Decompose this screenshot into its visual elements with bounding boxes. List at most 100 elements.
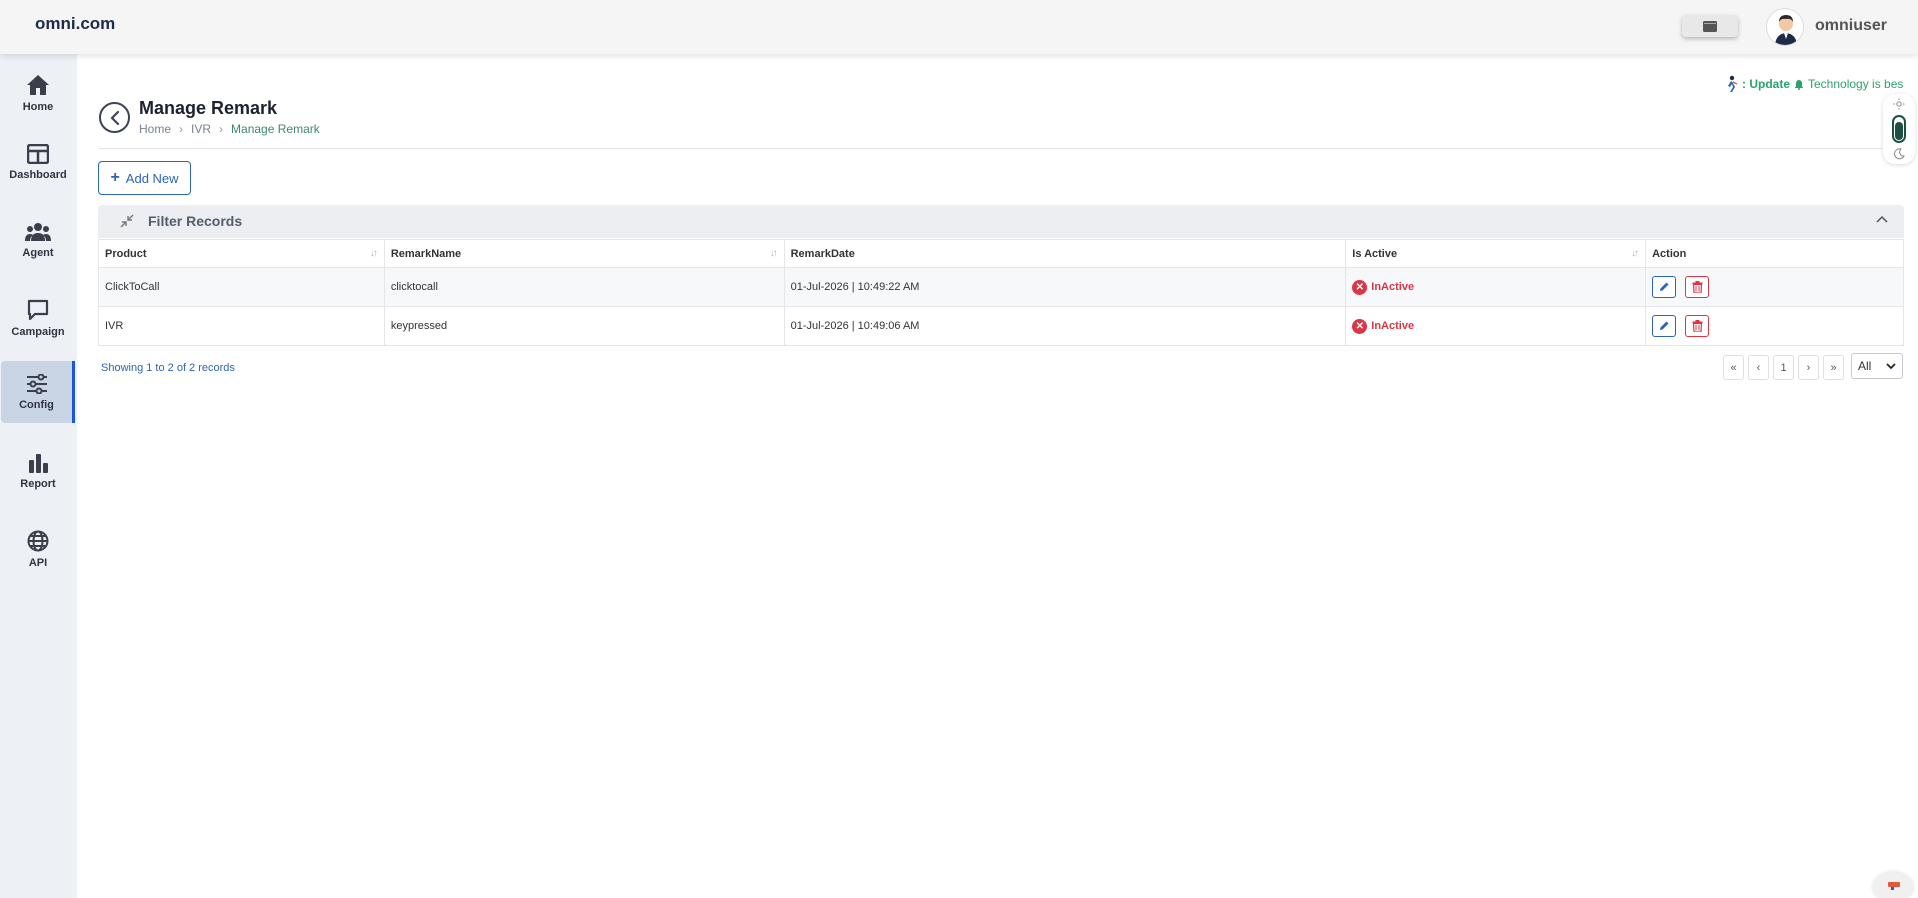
back-button[interactable] [99, 102, 130, 133]
add-new-button[interactable]: + Add New [98, 161, 191, 195]
pencil-icon [1660, 282, 1669, 291]
page-size-value: All [1858, 359, 1872, 373]
help-widget[interactable] [1873, 872, 1913, 898]
sidebar-item-api[interactable]: API [1, 518, 75, 580]
column-header-remark-date[interactable]: RemarkDate [783, 239, 1347, 268]
cell-status: ✕ InActive [1345, 267, 1647, 307]
sort-icon[interactable]: ↓↑ [770, 248, 778, 259]
sort-icon[interactable]: ↓↑ [1631, 248, 1639, 259]
last-page-button[interactable]: » [1823, 355, 1844, 380]
chevron-up-icon[interactable] [1876, 215, 1888, 223]
column-header-is-active[interactable]: Is Active ↓↑ [1345, 239, 1647, 268]
globe-icon [27, 530, 49, 551]
next-page-button[interactable]: › [1798, 355, 1819, 380]
moon-icon [1894, 148, 1905, 160]
page-size-select[interactable]: All [1851, 353, 1903, 379]
x-circle-icon: ✕ [1352, 279, 1368, 295]
sort-icon[interactable]: ↓↑ [370, 248, 378, 259]
table-header-row: Product ↓↑ RemarkName ↓↑ RemarkDate Is Act… [98, 239, 1904, 268]
chevron-down-icon [1886, 362, 1896, 369]
table-row: ClickToCall clicktocall 01-Jul-2026 | 10… [98, 267, 1904, 307]
add-new-label: Add New [125, 170, 179, 186]
edit-button[interactable] [1652, 276, 1677, 298]
sidebar-item-label: Config [19, 398, 54, 411]
bar-chart-icon [29, 453, 48, 473]
delete-button[interactable] [1685, 276, 1710, 298]
cell-actions [1645, 267, 1904, 307]
cell-remark-name: clicktocall [383, 267, 785, 307]
cell-product: ClickToCall [98, 267, 385, 307]
sidebar-item-report[interactable]: Report [1, 440, 75, 502]
sidebar-item-label: Campaign [11, 325, 65, 338]
wallet-button[interactable] [1682, 15, 1738, 37]
header-divider [98, 148, 1904, 149]
table-row: IVR keypressed 01-Jul-2026 | 10:49:06 AM… [98, 306, 1904, 346]
collapse-arrows-icon [120, 214, 134, 228]
delete-button[interactable] [1685, 315, 1710, 337]
filter-records-title: Filter Records [148, 213, 243, 229]
sidebar-item-label: Dashboard [9, 168, 67, 181]
trash-icon [1692, 320, 1703, 332]
news-ticker: : Update Technology is bes [1724, 72, 1904, 96]
edit-button[interactable] [1652, 315, 1677, 337]
x-circle-icon: ✕ [1352, 318, 1368, 334]
filter-records-bar[interactable]: Filter Records [98, 205, 1904, 238]
sun-icon [1893, 98, 1905, 110]
sidebar-item-label: Agent [22, 246, 54, 259]
chevron-right-icon: › [219, 122, 224, 136]
sidebar-item-config[interactable]: Config [1, 361, 75, 423]
cell-status: ✕ InActive [1345, 306, 1647, 346]
theme-toggle[interactable] [1892, 115, 1906, 143]
cell-remark-date: 01-Jul-2026 | 10:49:06 AM [783, 306, 1347, 346]
sidebar: Home Dashboard Agent Campaign Config Rep… [0, 54, 77, 898]
wallet-icon [1703, 20, 1717, 32]
cell-remark-name: keypressed [383, 306, 785, 346]
trash-icon [1692, 281, 1703, 293]
pagination: « ‹ 1 › » [1723, 355, 1844, 380]
top-bar: omni.com omniuser [0, 0, 1918, 54]
status-badge: ✕ InActive [1352, 318, 1639, 334]
home-icon [27, 74, 49, 95]
sliders-icon [26, 373, 47, 394]
avatar-icon [1775, 15, 1797, 45]
sidebar-item-home[interactable]: Home [1, 62, 75, 124]
status-label: InActive [1371, 320, 1415, 332]
remarks-table: Product ↓↑ RemarkName ↓↑ RemarkDate Is Act… [98, 239, 1904, 346]
chevron-left-icon [110, 110, 119, 125]
chat-icon [27, 299, 49, 320]
runner-icon [1728, 75, 1738, 92]
sidebar-item-campaign[interactable]: Campaign [1, 287, 75, 349]
status-badge: ✕ InActive [1352, 279, 1639, 295]
sidebar-item-label: API [28, 556, 48, 569]
breadcrumb-home[interactable]: Home [139, 122, 171, 136]
column-header-remark-name[interactable]: RemarkName ↓↑ [383, 239, 785, 268]
dashboard-icon [27, 143, 49, 164]
username[interactable]: omniuser [1815, 17, 1887, 35]
column-header-action: Action [1645, 239, 1904, 268]
brand-logo[interactable]: omni.com [35, 14, 115, 34]
cell-actions [1645, 306, 1904, 346]
page-number-button[interactable]: 1 [1773, 355, 1794, 380]
cell-remark-date: 01-Jul-2026 | 10:49:22 AM [783, 267, 1347, 307]
prev-page-button[interactable]: ‹ [1748, 355, 1769, 380]
breadcrumb-ivr[interactable]: IVR [191, 122, 211, 136]
ticker-message: Technology is bes [1808, 77, 1904, 91]
chat-bubble-icon [1888, 882, 1900, 890]
bell-icon [1795, 79, 1803, 90]
sidebar-item-agent[interactable]: Agent [1, 209, 75, 271]
page-title: Manage Remark [139, 98, 278, 118]
theme-switch[interactable] [1883, 94, 1915, 164]
status-label: InActive [1371, 281, 1415, 293]
plus-icon: + [110, 169, 120, 186]
first-page-button[interactable]: « [1723, 355, 1744, 380]
column-header-product[interactable]: Product ↓↑ [98, 239, 385, 268]
users-icon [25, 222, 51, 241]
chevron-right-icon: › [179, 122, 184, 136]
sidebar-item-label: Home [22, 100, 54, 113]
user-avatar[interactable] [1766, 8, 1804, 46]
sidebar-item-dashboard[interactable]: Dashboard [1, 131, 75, 193]
toggle-knob [1895, 122, 1903, 140]
pencil-icon [1660, 321, 1669, 330]
breadcrumb-current: Manage Remark [231, 122, 320, 136]
ticker-update-label: : Update [1742, 77, 1790, 91]
